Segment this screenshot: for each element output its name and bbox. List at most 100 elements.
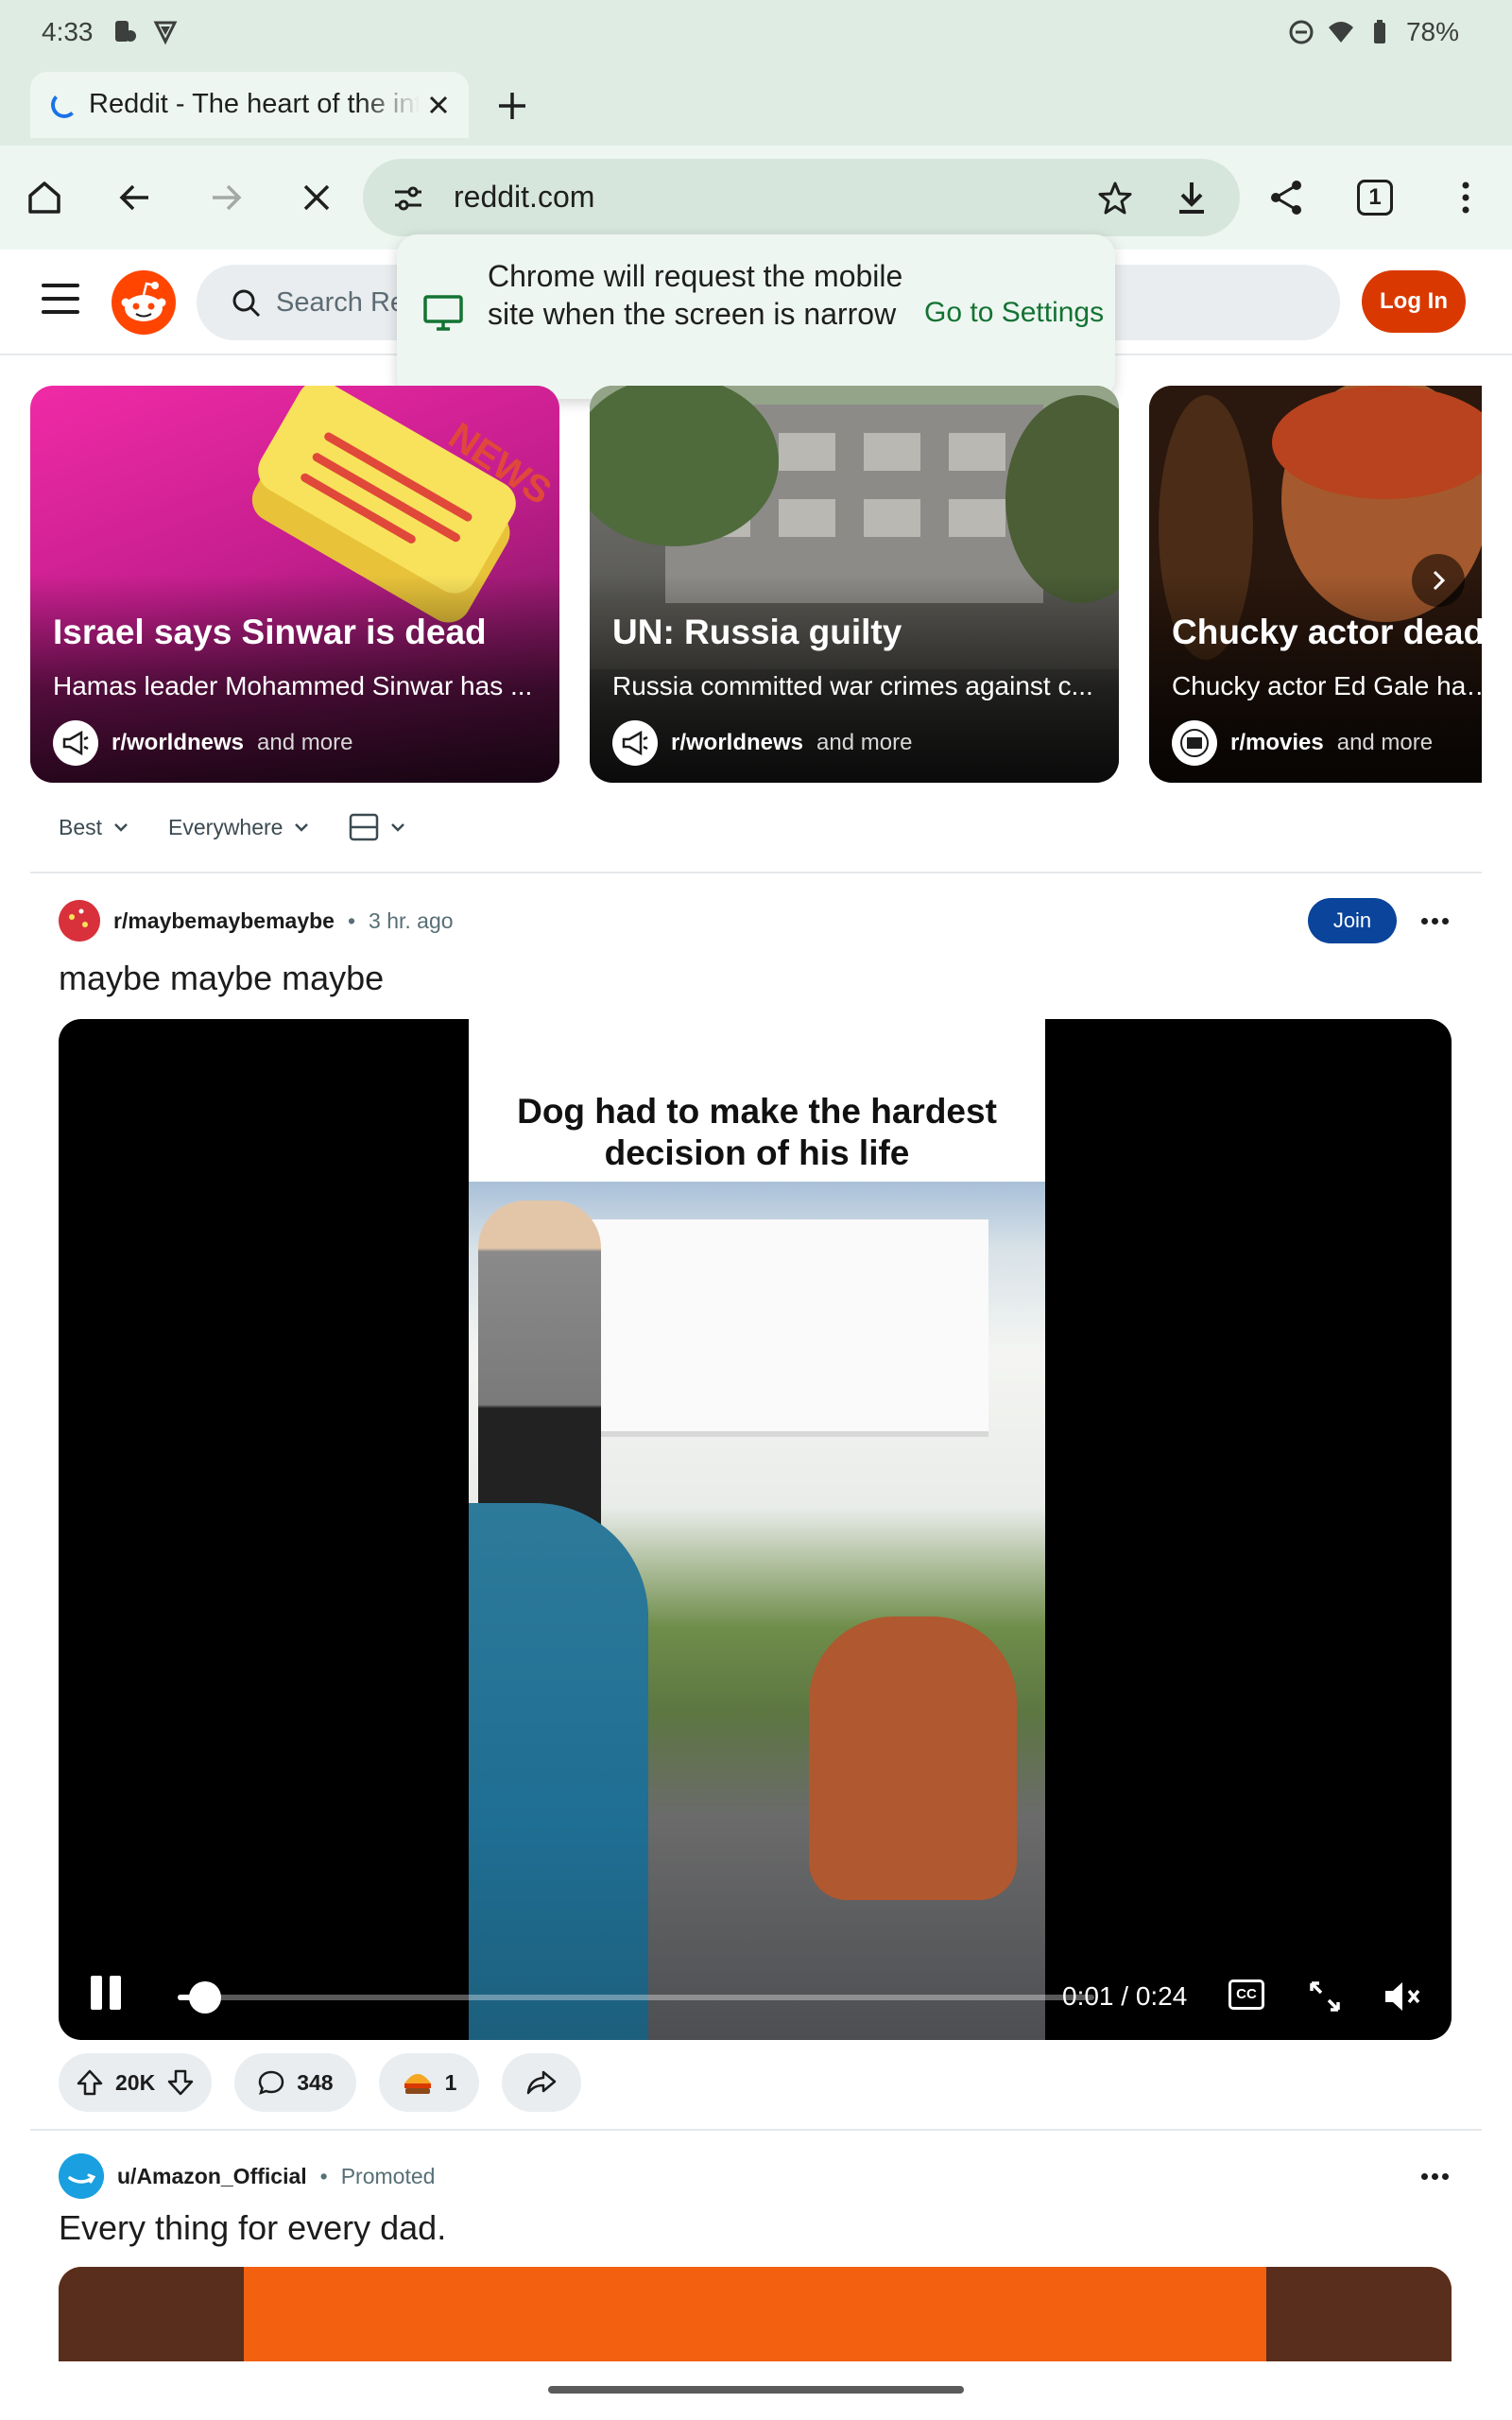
close-tab-icon[interactable] [421, 88, 455, 122]
scope-label: Everywhere [168, 814, 284, 839]
loading-spinner-icon [51, 92, 77, 118]
video-caption: Dog had to make the hardest decision of … [517, 1092, 997, 1172]
muted-volume-icon[interactable] [1382, 1978, 1423, 2015]
gesture-nav-handle[interactable] [548, 2386, 964, 2394]
post-meta: r/maybemaybemaybe • 3 hr. ago [59, 900, 454, 942]
home-icon [28, 182, 60, 214]
news-card[interactable]: NEWS Israel says Sinwar is dead Hamas le… [30, 386, 559, 783]
promoted-title[interactable]: Every thing for every dad. [59, 2208, 446, 2248]
home-button[interactable] [19, 172, 70, 223]
subreddit-avatar[interactable] [59, 900, 100, 942]
do-not-disturb-icon [1289, 20, 1314, 44]
upvote-icon[interactable] [76, 2068, 104, 2097]
menu-icon[interactable] [42, 284, 79, 318]
chevron-down-icon [391, 823, 405, 832]
promo-image-side [1266, 2267, 1452, 2361]
card-title: Israel says Sinwar is dead [53, 613, 487, 651]
status-right: 78% [1287, 17, 1459, 47]
status-bar: 4:33 78% [0, 0, 1512, 68]
promoted-overflow-menu[interactable] [1416, 2157, 1453, 2195]
award-icon [404, 2074, 431, 2094]
megaphone-icon [612, 720, 658, 766]
movies-subreddit-icon [1172, 720, 1217, 766]
card-description: Hamas leader Mohammed Sinwar has ... [53, 671, 533, 700]
pause-icon[interactable] [91, 1976, 129, 2017]
video-progress-thumb[interactable] [189, 1981, 222, 2014]
card-source: r/worldnews and more [53, 720, 352, 766]
sort-best-dropdown[interactable]: Best [59, 815, 130, 840]
back-arrow-icon [119, 184, 148, 211]
tab-switcher-button[interactable]: 1 [1357, 180, 1393, 216]
battery-icon [1373, 20, 1385, 43]
card-subreddit[interactable]: r/movies [1230, 730, 1324, 756]
card-source: r/worldnews and more [612, 720, 912, 766]
video-player[interactable]: Dog had to make the hardest decision of … [59, 1019, 1452, 2040]
search-icon [232, 289, 261, 318]
post-subreddit[interactable]: r/maybemaybemaybe [113, 908, 335, 934]
card-more: and more [1336, 730, 1434, 755]
url-text[interactable]: reddit.com [454, 180, 594, 215]
address-bar[interactable]: reddit.com [363, 159, 1240, 236]
carousel-next-button[interactable] [1412, 554, 1465, 607]
back-button[interactable] [110, 172, 161, 223]
more-menu-button[interactable] [1440, 172, 1491, 223]
reddit-logo-icon[interactable] [112, 270, 176, 335]
promoted-meta: u/Amazon_Official • Promoted [59, 2153, 435, 2199]
captions-icon[interactable]: CC [1228, 1979, 1264, 2010]
card-subreddit[interactable]: r/worldnews [112, 730, 244, 756]
scope-dropdown[interactable]: Everywhere [168, 815, 311, 840]
promoted-label: Promoted [340, 2163, 436, 2188]
chrome-mobile-site-popup: Chrome will request the mobile site when… [397, 234, 1115, 399]
downvote-icon[interactable] [166, 2068, 195, 2097]
close-icon [303, 184, 330, 211]
post-age: 3 hr. ago [369, 908, 454, 933]
stop-loading-button[interactable] [291, 172, 342, 223]
forward-button[interactable] [200, 172, 251, 223]
card-description: Russia committed war crimes against c... [612, 671, 1093, 700]
view-layout-dropdown[interactable] [349, 813, 407, 841]
browser-tab[interactable]: Reddit - The heart of the internet [30, 72, 469, 138]
shield-vpn-icon [153, 21, 178, 45]
forward-arrow-icon [213, 184, 242, 211]
join-button[interactable]: Join [1308, 898, 1397, 943]
dot-separator: • [347, 908, 356, 933]
battery-percent: 78% [1405, 17, 1459, 46]
dot-separator: • [319, 2163, 328, 2188]
bookmark-star-icon[interactable] [1096, 180, 1134, 217]
share-button[interactable] [1261, 172, 1312, 223]
status-left-icons [110, 17, 180, 45]
more-vertical-icon [1462, 182, 1469, 214]
tab-title: Reddit - The heart of the internet [89, 89, 420, 119]
card-subreddit[interactable]: r/worldnews [671, 730, 803, 756]
video-controls: 0:01 / 0:24 CC [59, 1955, 1452, 2040]
award-button[interactable]: 1 [378, 2053, 480, 2112]
divider [30, 872, 1482, 873]
desktop-monitor-icon [423, 295, 463, 331]
video-scene [469, 1182, 1045, 2040]
share-button[interactable] [502, 2053, 582, 2112]
comment-icon [258, 2070, 284, 2096]
popup-message: Chrome will request the mobile site when… [488, 259, 903, 331]
card-title: Chucky actor dead a [1172, 613, 1482, 651]
post-action-bar: 20K 348 1 [59, 2053, 582, 2112]
go-to-settings-link[interactable]: Go to Settings [924, 297, 1104, 329]
promoted-user[interactable]: u/Amazon_Official [117, 2164, 307, 2189]
amazon-avatar[interactable] [59, 2153, 104, 2199]
video-progress-bar[interactable] [178, 1981, 1094, 2014]
fence [582, 1219, 988, 1437]
post-overflow-menu[interactable] [1416, 902, 1453, 940]
post-title[interactable]: maybe maybe maybe [59, 959, 384, 998]
login-button[interactable]: Log In [1362, 270, 1466, 333]
phone-notification-icon [115, 21, 136, 42]
status-time: 4:33 [42, 17, 94, 46]
download-icon[interactable] [1172, 178, 1211, 217]
comment-count: 348 [297, 2069, 334, 2095]
promoted-image[interactable] [59, 2267, 1452, 2361]
news-card[interactable]: UN: Russia guilty Russia committed war c… [590, 386, 1119, 783]
person [478, 1201, 601, 1541]
fullscreen-icon[interactable] [1306, 1978, 1344, 2015]
chevron-right-icon [1433, 570, 1446, 591]
comments-button[interactable]: 348 [234, 2053, 356, 2112]
new-tab-icon[interactable] [491, 85, 533, 127]
site-settings-icon[interactable] [391, 182, 425, 216]
